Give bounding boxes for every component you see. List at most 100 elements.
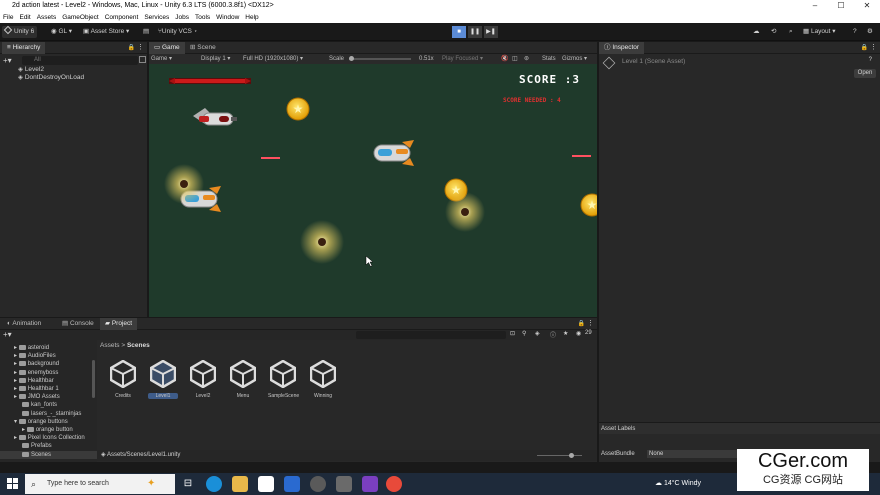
close-button[interactable]: ✕ [856,0,878,12]
open-button[interactable]: Open [854,69,876,78]
menu-edit[interactable]: Edit [19,12,30,23]
asset-level1[interactable]: Level1 [148,359,178,399]
stats-icon[interactable]: ⊛ [524,54,529,64]
tree-item-scenes[interactable]: Scenes [0,450,97,459]
tree-item-healthbar[interactable]: ▸ Healthbar [0,377,97,385]
menu-component[interactable]: Component [105,12,139,23]
layout-dropdown[interactable]: ▦ Layout ▾ [800,26,839,38]
tree-item-healthbar-1[interactable]: ▸ Healthbar 1 [0,385,97,393]
tree-scrollbar[interactable] [92,360,95,398]
favorite-icon[interactable]: ★ [563,330,568,337]
search-by-label-icon[interactable]: ⚲ [522,330,526,337]
search-by-type-icon[interactable]: ⊡ [510,330,515,337]
task-view-icon[interactable]: ⊟ [180,476,196,492]
stop-play-button[interactable]: ■ [452,26,466,38]
lock-icon[interactable]: 🔒 [128,44,135,51]
tab-hierarchy[interactable]: ≡ Hierarchy [2,42,46,54]
tab-console[interactable]: ▤ Console [57,318,99,330]
store-app-icon[interactable] [258,476,274,492]
volume-icon[interactable]: ◫ [512,54,518,64]
breadcrumb-assets[interactable]: Assets [100,342,120,349]
vcs-dropdown[interactable]: ⑂Unity VCS ▾ [155,26,201,38]
tree-item-enemyboss[interactable]: ▸ enemyboss [0,369,97,377]
minimize-button[interactable]: – [804,0,826,12]
tree-item-lasers[interactable]: lasers_-_starninjas [0,410,97,418]
tab-scene[interactable]: ⊞ Scene [185,42,221,54]
windows-start-icon[interactable] [7,478,18,489]
display-dropdown[interactable]: Display 1 ▾ [201,54,230,64]
asset-samplescene[interactable]: SampleScene [268,359,299,399]
thumbnail-size-slider[interactable] [537,453,582,458]
tree-item-jmo-assets[interactable]: ▸ JMO Assets [0,393,97,401]
gl-dropdown[interactable]: ◉ GL ▾ [48,26,75,38]
tree-item-orange-buttons[interactable]: ▾ orange buttons [0,418,97,426]
hierarchy-item-dontdestroyonload[interactable]: ◈ DontDestroyOnLoad [18,73,84,82]
cloud-services-icon[interactable]: ☁ [750,26,763,38]
edge-browser-icon[interactable] [206,476,222,492]
lock-icon[interactable]: 🔒 [578,320,585,327]
asset-bundle-dropdown[interactable]: None [647,450,737,458]
asset-winning[interactable]: Winning [308,359,338,399]
tree-item-prefabs[interactable]: Prefabs [0,442,97,450]
display-mode-dropdown[interactable]: Game ▾ [151,54,172,64]
filter-icon[interactable]: ◈ [535,330,540,337]
asset-store-dropdown[interactable]: ▣ Asset Store ▾ [80,26,132,38]
visual-studio-icon[interactable] [362,476,378,492]
unity-hub-icon[interactable] [310,476,326,492]
tree-item-background[interactable]: ▸ background [0,360,97,368]
tree-item-orange-button[interactable]: ▸ orange button [0,426,97,434]
asset-menu[interactable]: Menu [228,359,258,399]
asset-credits[interactable]: Credits [108,359,138,399]
settings-icon[interactable]: ▤ [140,26,152,38]
eye-icon[interactable]: ◉ [576,330,581,337]
play-focused-dropdown[interactable]: Play Focused ▾ [442,54,483,64]
resolution-dropdown[interactable]: Full HD (1920x1080) ▾ [243,54,303,64]
tree-item-audiofiles[interactable]: ▸ AudioFiles [0,352,97,360]
add-icon[interactable]: +▾ [3,56,12,65]
thumbnail-size-slider-handle[interactable] [569,453,574,458]
asset-level2[interactable]: Level2 [188,359,218,399]
taskbar-search-input[interactable]: ⌕ Type here to search ✦ [25,474,175,494]
kebab-menu-icon[interactable]: ⋮ [587,319,594,327]
menu-gameobject[interactable]: GameObject [62,12,99,23]
help-icon[interactable]: ? [869,57,872,63]
add-icon[interactable]: +▾ [3,330,12,339]
maximize-button[interactable]: ☐ [830,0,852,12]
pause-button[interactable]: ❚❚ [468,26,482,38]
menu-file[interactable]: File [3,12,13,23]
tab-game[interactable]: ▭ Game [149,42,185,54]
gear-icon[interactable]: ⚙ [864,26,876,38]
menu-jobs[interactable]: Jobs [175,12,189,23]
help-icon[interactable]: ? [850,26,860,38]
hierarchy-search-input[interactable]: All [22,56,138,65]
lock-icon[interactable]: 🔒 [861,44,868,51]
file-explorer-icon[interactable] [232,476,248,492]
breadcrumb-scenes[interactable]: Scenes [127,342,150,349]
asset-labels-header[interactable]: Asset Labels [599,422,880,434]
history-icon[interactable]: ⟲ [768,26,779,38]
chrome-icon[interactable] [386,476,402,492]
menu-help[interactable]: Help [245,12,258,23]
tab-inspector[interactable]: ⓘ Inspector [599,42,645,54]
gizmos-button[interactable]: Gizmos ▾ [562,54,587,64]
info-icon[interactable]: ⓘ [550,330,556,339]
weather-widget[interactable]: ☁ 14°C Windy [655,479,701,487]
game-canvas[interactable]: ★ ★ ★ SCORE:3 SCORE NEEDED: 4 [149,64,597,317]
tree-item-kan-fonts[interactable]: kan_fonts [0,401,97,409]
kebab-menu-icon[interactable]: ⋮ [870,43,877,51]
step-button[interactable]: ▶❚ [484,26,498,38]
search-icon[interactable]: ⌕ [786,26,796,38]
project-search-input[interactable] [356,331,506,339]
menu-window[interactable]: Window [216,12,239,23]
scale-slider-handle[interactable] [349,56,354,61]
tab-project[interactable]: ▰ Project [100,318,138,330]
scale-slider[interactable] [349,56,411,61]
stats-button[interactable]: Stats [542,54,556,64]
mail-icon[interactable] [284,476,300,492]
tab-animation[interactable]: ◐ Animation [2,318,46,330]
kebab-menu-icon[interactable]: ⋮ [137,43,144,51]
menu-services[interactable]: Services [144,12,169,23]
account-button[interactable]: Unity 6 [2,25,38,38]
unity-editor-icon[interactable] [336,476,352,492]
tree-item-asteroid[interactable]: ▸ asteroid [0,344,97,352]
